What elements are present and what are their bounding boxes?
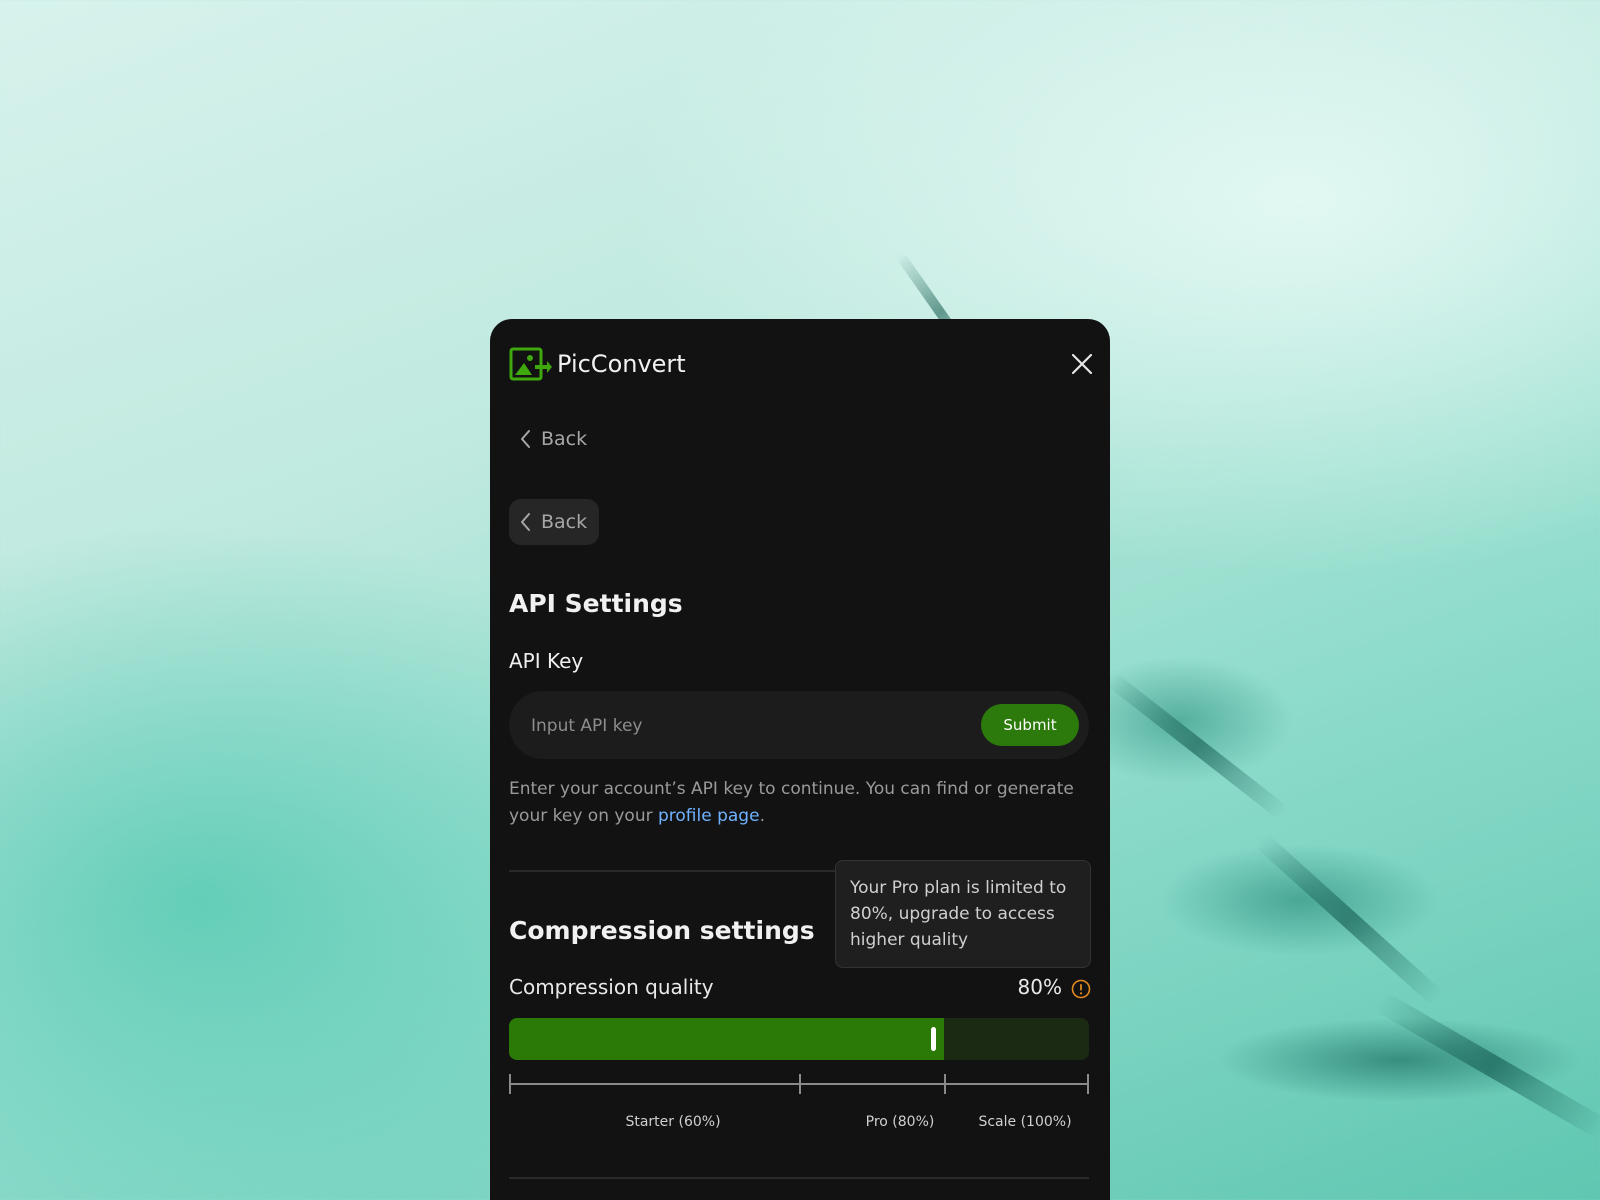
scale-tick xyxy=(799,1074,801,1094)
api-key-input[interactable] xyxy=(509,691,973,761)
api-key-label: API Key xyxy=(509,649,584,673)
quality-slider-fill xyxy=(509,1018,944,1060)
background-streak xyxy=(1253,832,1445,1007)
chevron-left-icon xyxy=(521,513,530,531)
section-divider-bottom xyxy=(509,1177,1089,1179)
plan-limit-tooltip: Your Pro plan is limited to 80%, upgrade… xyxy=(835,860,1091,968)
api-key-field: Submit xyxy=(509,691,1089,761)
compression-quality-label: Compression quality xyxy=(509,975,714,999)
scale-tick xyxy=(1087,1074,1089,1094)
background-streak xyxy=(1374,991,1600,1141)
quality-slider-handle[interactable] xyxy=(931,1027,936,1051)
api-settings-title: API Settings xyxy=(509,589,683,618)
app-title: PicConvert xyxy=(557,350,686,378)
submit-button[interactable]: Submit xyxy=(981,704,1079,746)
back-link[interactable]: Back xyxy=(509,421,587,457)
help-text-body: Enter your account’s API key to continue… xyxy=(509,779,1074,826)
plan-label: Pro (80%) xyxy=(865,1114,935,1130)
quality-slider-track[interactable] xyxy=(509,1018,1089,1060)
image-convert-icon xyxy=(509,347,552,381)
warning-circle-icon[interactable] xyxy=(1071,979,1091,999)
picconvert-panel: PicConvert Back Back API Settings API Ke… xyxy=(490,319,1110,1200)
chevron-left-icon xyxy=(521,430,530,448)
close-icon[interactable] xyxy=(1070,352,1094,376)
back-button[interactable]: Back xyxy=(509,499,599,545)
background-streak xyxy=(1105,671,1289,820)
scale-tick-start xyxy=(509,1074,511,1094)
api-help-text: Enter your account’s API key to continue… xyxy=(509,776,1089,830)
profile-page-link[interactable]: profile page xyxy=(658,806,760,826)
compression-settings-title: Compression settings xyxy=(509,916,815,945)
app-header: PicConvert xyxy=(509,347,1110,381)
back-button-label: Back xyxy=(541,511,588,533)
compression-quality-value: 80% xyxy=(1017,975,1062,999)
plan-label: Scale (100%) xyxy=(978,1114,1072,1130)
back-link-label: Back xyxy=(541,428,588,450)
help-text-end: . xyxy=(759,806,765,826)
scale-tick xyxy=(944,1074,946,1094)
plan-label: Starter (60%) xyxy=(625,1114,721,1130)
